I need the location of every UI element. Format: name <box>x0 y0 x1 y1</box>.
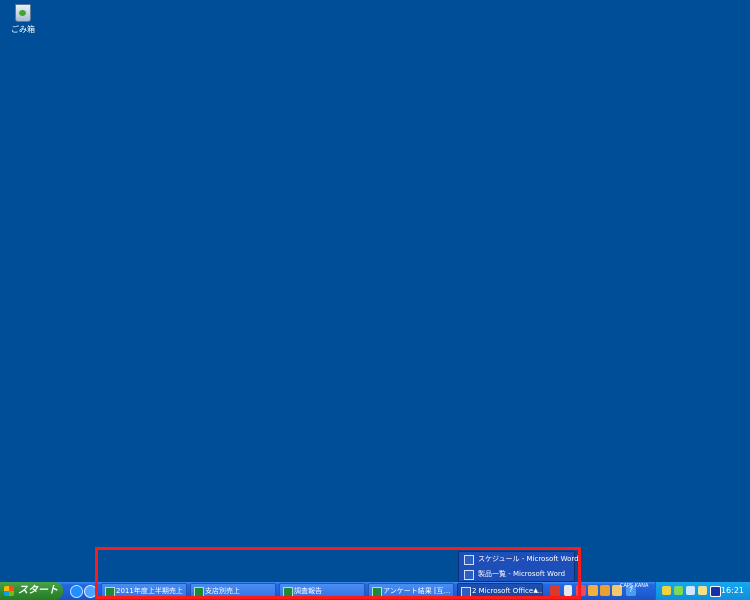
excel-icon <box>194 587 204 597</box>
clock[interactable]: 16:21 <box>721 582 744 600</box>
network-icon[interactable] <box>674 586 683 595</box>
start-button[interactable]: スタート <box>0 582 63 600</box>
tools-icon[interactable] <box>600 585 610 596</box>
dictionary-icon[interactable] <box>588 585 598 596</box>
taskbar-item-2011-sales[interactable]: 2011年度上半期売上 <box>101 583 187 599</box>
internet-explorer-icon[interactable] <box>70 585 83 598</box>
chevron-down-icon: ▲ <box>533 587 538 594</box>
excel-icon <box>105 587 115 597</box>
word-icon <box>464 570 474 580</box>
word-icon <box>461 587 471 597</box>
excel-icon <box>372 587 382 597</box>
taskbar-item-survey-report[interactable]: 調査報告 <box>279 583 365 599</box>
show-desktop-icon[interactable] <box>84 585 97 598</box>
recycle-bin-icon <box>15 4 31 22</box>
taskbar-item-branch-sales[interactable]: 支店別売上 <box>190 583 276 599</box>
popup-item-schedule[interactable]: スケジュール - Microsoft Word <box>459 552 579 567</box>
excel-icon <box>283 587 293 597</box>
volume-icon[interactable] <box>698 586 707 595</box>
taskbar: スタート 2011年度上半期売上 支店別売上 調査報告 アンケート結果 [互..… <box>0 582 750 600</box>
popup-item-product-list[interactable]: 製品一覧 - Microsoft Word <box>459 567 574 582</box>
desktop-icon-label: ごみ箱 <box>11 25 35 34</box>
input-mode-icon[interactable] <box>564 585 572 596</box>
device-icon[interactable] <box>686 586 695 595</box>
office-icon[interactable] <box>550 585 560 596</box>
taskbar-group-popup: スケジュール - Microsoft Word 製品一覧 - Microsoft… <box>458 551 579 582</box>
desktop-icon-recycle-bin[interactable]: ごみ箱 <box>8 4 38 35</box>
windows-logo-icon <box>4 586 14 596</box>
ime-pad-icon[interactable] <box>576 585 586 596</box>
ime-status[interactable]: CAPS KANA <box>620 583 654 599</box>
taskbar-item-word-group[interactable]: 2 Microsoft Office ... ▲ <box>457 583 543 599</box>
notification-area: 16:21 <box>655 582 750 600</box>
taskbar-item-questionnaire[interactable]: アンケート結果 [互... <box>368 583 454 599</box>
media-icon[interactable] <box>710 586 721 597</box>
word-icon <box>464 555 474 565</box>
security-icon[interactable] <box>662 586 671 595</box>
